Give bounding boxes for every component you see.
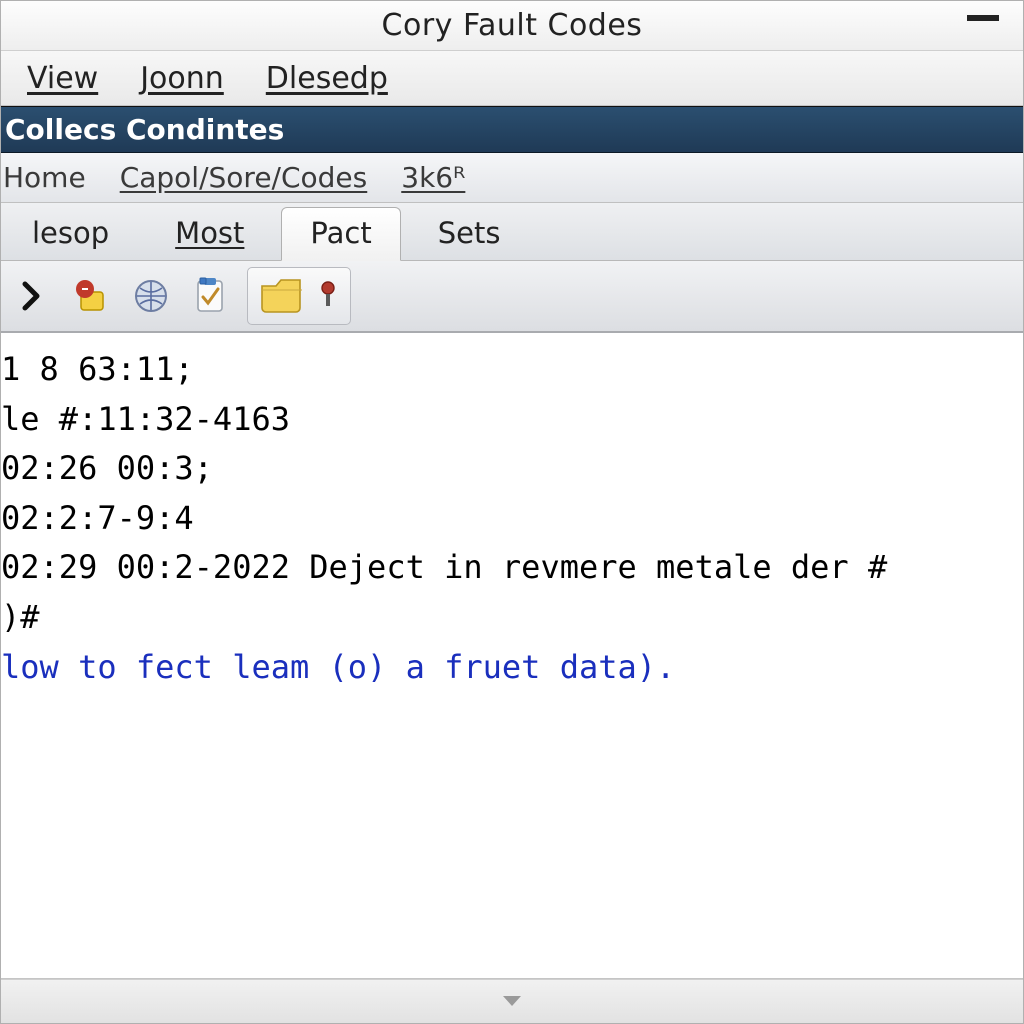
log-line: 02:29 00:2-2022 Deject in revmere metale… [1,543,1023,593]
menu-joonn[interactable]: Joonn [140,61,224,96]
banner-label: Collecs Condintes [5,113,284,146]
tab-lesop[interactable]: lesop [3,207,138,260]
submenu: Home Capol/Sore/Codes 3k6ᴿ [1,153,1023,203]
clipboard-check-icon[interactable] [187,272,235,320]
window-title: Cory Fault Codes [382,8,643,43]
titlebar: Cory Fault Codes [1,1,1023,51]
menu-dlesedp[interactable]: Dlesedp [266,61,388,96]
alert-badge-icon[interactable] [67,272,115,320]
log-line: le #:11:32-4163 [1,395,1023,445]
log-link-line[interactable]: low to fect leam (o) a fruet data). [1,643,1023,693]
submenu-home[interactable]: Home [3,161,86,194]
submenu-3k6[interactable]: 3k6ᴿ [401,161,465,194]
chevron-right-icon[interactable] [7,272,55,320]
folder-icon[interactable] [256,272,308,320]
tab-pact[interactable]: Pact [281,207,400,261]
submenu-capol[interactable]: Capol/Sore/Codes [120,161,368,194]
toolbar [1,261,1023,333]
tab-sets[interactable]: Sets [409,207,530,260]
log-line: 1 8 63:11; [1,345,1023,395]
globe-icon[interactable] [127,272,175,320]
log-line: 02:2:7-9:4 [1,494,1023,544]
log-output: 1 8 63:11; le #:11:32-4163 02:26 00:3; 0… [1,333,1023,979]
minimize-button[interactable] [967,15,999,23]
log-line: )# [1,593,1023,643]
tabstrip: lesop Most Pact Sets [1,203,1023,261]
resize-grip-icon[interactable] [503,996,521,1008]
folder-tool-group [247,267,351,325]
tab-most[interactable]: Most [146,207,273,260]
menu-view[interactable]: View [27,61,98,96]
app-window: Cory Fault Codes View Joonn Dlesedp Coll… [0,0,1024,1024]
log-line: 02:26 00:3; [1,444,1023,494]
record-dot-icon[interactable] [314,272,342,320]
menubar: View Joonn Dlesedp [1,51,1023,106]
statusbar [1,979,1023,1023]
section-banner: Collecs Condintes [1,106,1023,153]
